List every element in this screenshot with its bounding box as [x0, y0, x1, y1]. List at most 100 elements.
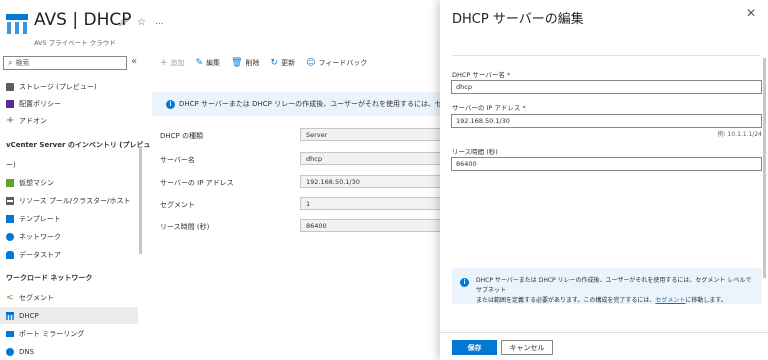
required-marker: *	[506, 71, 511, 79]
sidebar-item-datastores[interactable]: データストア	[0, 246, 138, 263]
panel-scrollbar[interactable]	[763, 58, 766, 278]
segment-icon: <	[6, 292, 14, 303]
edit-label: 編集	[206, 59, 221, 67]
sidebar-item-dhcp[interactable]: DHCP	[0, 307, 138, 324]
virtual-machine-icon	[6, 178, 14, 187]
server-ip-label-text: サーバーの IP アドレス	[452, 104, 521, 112]
more-icon[interactable]: ...	[155, 17, 164, 27]
sidebar-item-segments[interactable]: < セグメント	[0, 289, 138, 306]
sidebar-item-label: データストア	[19, 250, 61, 259]
server-ip-hint: 例: 10.1.1.1/24	[717, 131, 762, 138]
panel-info-line2-text: または範囲を定義する必要があります。この構成を完了するには、	[476, 297, 656, 304]
info-banner-text: DHCP サーバーまたは DHCP リレーの作成後、ユーザーがそれを使用するには…	[179, 100, 442, 108]
star-icon[interactable]: ☆	[137, 17, 146, 28]
prop-value-lease-time: 86400	[300, 219, 442, 232]
refresh-icon: ↻	[270, 58, 279, 68]
add-label: 追加	[170, 59, 185, 67]
sidebar-item-label: リソース プール/クラスター/ホスト	[19, 196, 131, 205]
server-name-field[interactable]	[451, 80, 762, 94]
dns-icon	[6, 347, 14, 356]
page-header: AVS | DHCP AVS プライベート クラウド 📌︎ ☆ ...	[0, 0, 440, 52]
prop-label-dhcp-type: DHCP の種類	[160, 132, 203, 140]
dhcp-icon	[6, 311, 14, 320]
prop-value-dhcp-type: Server	[300, 128, 442, 141]
edit-button[interactable]: ✎ 編集	[196, 58, 221, 68]
plus-icon: +	[6, 114, 15, 126]
delete-button[interactable]: 🗑︎ 削除	[231, 58, 259, 68]
add-button[interactable]: + 追加	[160, 58, 185, 68]
panel-info-line1: DHCP サーバーまたは DHCP リレーの作成後、ユーザーがそれを使用するには…	[476, 277, 752, 294]
prop-value-segment: 1	[300, 197, 442, 210]
server-ip-label: サーバーの IP アドレス *	[452, 102, 526, 112]
sidebar-item-networks[interactable]: ネットワーク	[0, 228, 138, 245]
prop-label-segment: セグメント	[160, 201, 195, 209]
avs-icon	[6, 14, 28, 34]
sidebar-item-port-mirroring[interactable]: ポート ミラーリング	[0, 325, 138, 342]
prop-label-lease-time: リース時間 (秒)	[160, 223, 210, 231]
storage-icon	[6, 82, 14, 91]
refresh-button[interactable]: ↻ 更新	[271, 58, 296, 68]
delete-label: 削除	[245, 59, 260, 67]
footer-divider	[440, 332, 768, 333]
sidebar-item-resource-pools[interactable]: リソース プール/クラスター/ホスト	[0, 192, 138, 209]
trash-icon: 🗑︎	[231, 58, 243, 68]
prop-label-server-name: サーバー名	[160, 156, 195, 164]
lease-time-field[interactable]	[451, 157, 762, 171]
network-icon	[6, 232, 14, 241]
panel-title: DHCP サーバーの編集	[452, 12, 584, 27]
pin-icon[interactable]: 📌︎	[118, 18, 129, 28]
sidebar-item-label: ストレージ (プレビュー)	[19, 82, 97, 91]
sidebar-item-placement-policy[interactable]: 配置ポリシー	[0, 95, 138, 112]
sidebar-item-label: DHCP	[19, 311, 39, 320]
close-icon[interactable]: ✕	[746, 6, 756, 20]
search-icon: ⌕	[8, 58, 13, 67]
required-marker: *	[522, 104, 526, 112]
search-placeholder: 検索	[15, 59, 30, 67]
prop-label-server-ip: サーバーの IP アドレス	[160, 179, 234, 187]
info-icon: i	[166, 99, 175, 109]
collapse-sidebar-icon[interactable]: «	[131, 56, 137, 67]
feedback-icon: ☺	[306, 58, 316, 68]
placement-policy-icon	[6, 99, 14, 108]
command-bar: + 追加 ✎ 編集 🗑︎ 削除 ↻ 更新 ☺ フィードバック	[160, 56, 367, 70]
feedback-button[interactable]: ☺ フィードバック	[306, 58, 367, 68]
sidebar-item-label: ポート ミラーリング	[19, 329, 85, 338]
server-name-label: DHCP サーバー名 *	[452, 69, 510, 79]
search-input[interactable]: ⌕ 検索	[3, 56, 127, 70]
plus-icon: +	[160, 58, 168, 68]
sidebar-item-templates[interactable]: テンプレート	[0, 210, 138, 227]
prop-value-server-name: dhcp	[300, 152, 442, 165]
refresh-label: 更新	[281, 59, 296, 67]
template-icon	[6, 214, 14, 223]
panel-info-line2: または範囲を定義する必要があります。この構成を完了するには、セグメントに移動しま…	[476, 296, 756, 306]
sidebar-item-virtual-machines[interactable]: 仮想マシン	[0, 174, 138, 191]
server-name-label-text: DHCP サーバー名	[452, 71, 505, 79]
datastore-icon	[6, 250, 14, 259]
section-heading-inventory-cont: ー)	[6, 161, 16, 169]
segment-link[interactable]: セグメント	[655, 297, 685, 304]
sidebar-item-storage[interactable]: ストレージ (プレビュー)	[0, 78, 138, 95]
section-heading-inventory: vCenter Server のインベントリ (プレビュ	[6, 141, 151, 149]
port-mirroring-icon	[6, 330, 14, 337]
sidebar-item-label: ネットワーク	[19, 232, 61, 241]
sidebar-item-label: セグメント	[19, 293, 54, 302]
info-icon: i	[460, 278, 469, 287]
section-heading-workload: ワークロード ネットワーク	[6, 274, 93, 282]
sidebar-item-label: DNS	[19, 347, 35, 356]
feedback-label: フィードバック	[318, 59, 368, 67]
cancel-button[interactable]: キャンセル	[501, 340, 553, 355]
prop-value-server-ip: 192.168.50.1/30	[300, 175, 442, 188]
pencil-icon: ✎	[195, 58, 204, 68]
sidebar-item-label: アドオン	[19, 116, 47, 125]
panel-divider	[452, 55, 760, 56]
lease-time-label: リース時間 (秒)	[452, 148, 498, 156]
sidebar-item-addons[interactable]: + アドオン	[0, 112, 138, 129]
sidebar-item-label: テンプレート	[19, 214, 61, 223]
sidebar-item-label: 仮想マシン	[19, 178, 54, 187]
save-button[interactable]: 保存	[452, 340, 497, 355]
page-title: AVS | DHCP	[34, 10, 132, 30]
panel-info-banner: i DHCP サーバーまたは DHCP リレーの作成後、ユーザーがそれを使用する…	[452, 268, 762, 304]
sidebar-item-dns[interactable]: DNS	[0, 343, 138, 360]
server-ip-field[interactable]	[451, 114, 762, 128]
sidebar-scrollbar[interactable]	[139, 146, 142, 254]
